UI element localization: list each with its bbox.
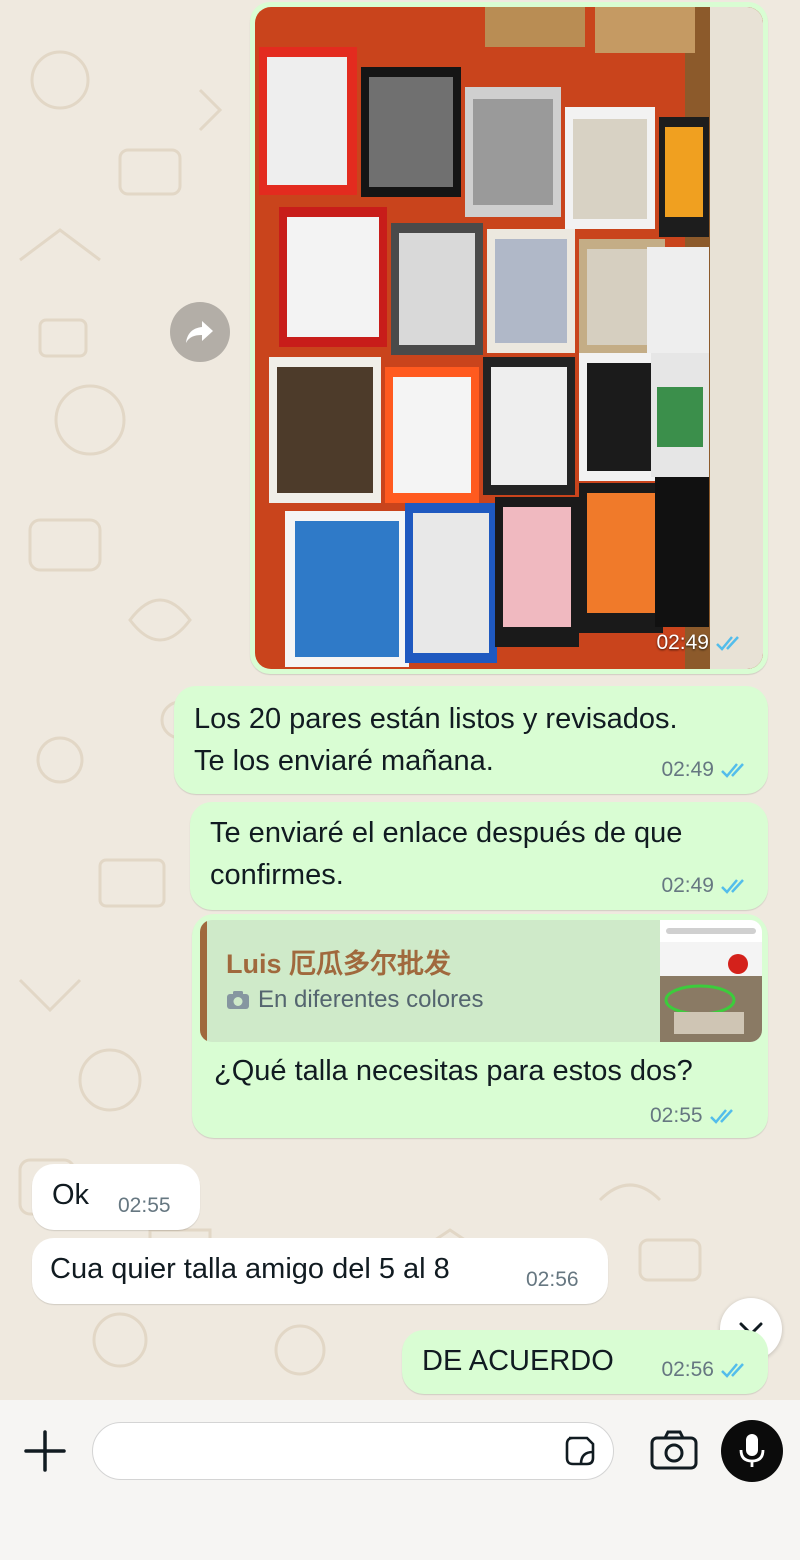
sticker-icon[interactable] bbox=[563, 1434, 597, 1468]
message-input[interactable] bbox=[111, 1433, 555, 1471]
quote-accent-bar bbox=[200, 920, 207, 1042]
message-time: 02:49 bbox=[661, 758, 714, 781]
shoes-photo[interactable]: 02:49 bbox=[255, 7, 763, 669]
incoming-message[interactable]: Ok 02:55 bbox=[32, 1164, 200, 1230]
message-text: ¿Qué talla necesitas para estos dos? bbox=[214, 1055, 693, 1087]
message-input-box[interactable] bbox=[92, 1422, 614, 1480]
microphone-icon bbox=[739, 1434, 765, 1467]
quote-text: En diferentes colores bbox=[258, 986, 484, 1013]
message-image-bubble[interactable]: 02:49 bbox=[250, 2, 768, 674]
message-text: Cua quier talla amigo del 5 al 8 bbox=[50, 1253, 450, 1285]
quote-thumbnail bbox=[660, 920, 762, 1042]
read-ticks-icon bbox=[709, 1109, 733, 1124]
message-meta: 02:49 bbox=[661, 758, 750, 782]
message-time: 02:55 bbox=[650, 1104, 703, 1127]
quoted-message[interactable]: Luis 厄瓜多尔批发 En diferentes colores bbox=[200, 920, 762, 1042]
outgoing-message[interactable]: Te enviaré el enlace después de que conf… bbox=[190, 802, 768, 910]
message-time: 02:55 bbox=[118, 1194, 171, 1217]
read-ticks-icon bbox=[716, 636, 739, 651]
camera-icon[interactable] bbox=[650, 1430, 698, 1470]
quote-author: Luis 厄瓜多尔批发 bbox=[226, 949, 452, 979]
read-ticks-icon bbox=[721, 763, 744, 778]
message-text: DE ACUERDO bbox=[422, 1345, 614, 1377]
message-meta: 02:55 bbox=[118, 1194, 171, 1218]
message-time: 02:56 bbox=[526, 1268, 579, 1291]
read-ticks-icon bbox=[721, 879, 744, 894]
message-text: Ok bbox=[52, 1179, 90, 1211]
incoming-message[interactable]: Cua quier talla amigo del 5 al 8 02:56 bbox=[32, 1238, 608, 1304]
message-text: Te enviaré el enlace después de que conf… bbox=[210, 817, 683, 891]
message-meta: 02:56 bbox=[661, 1358, 750, 1382]
plus-icon[interactable] bbox=[22, 1428, 68, 1474]
read-ticks-icon bbox=[721, 1363, 744, 1378]
forward-button[interactable] bbox=[170, 302, 230, 362]
message-text: Los 20 pares están listos y revisados. T… bbox=[194, 703, 678, 777]
message-meta: 02:55 bbox=[650, 1104, 739, 1128]
camera-icon bbox=[227, 991, 249, 1009]
message-composer bbox=[0, 1400, 800, 1560]
forward-icon bbox=[186, 321, 213, 343]
message-meta: 02:49 bbox=[661, 874, 750, 898]
message-time: 02:49 bbox=[661, 874, 714, 897]
outgoing-message[interactable]: DE ACUERDO 02:56 bbox=[402, 1330, 768, 1394]
message-time: 02:56 bbox=[661, 1358, 714, 1381]
message-meta: 02:49 bbox=[656, 631, 745, 655]
microphone-button[interactable] bbox=[721, 1420, 783, 1482]
message-meta: 02:56 bbox=[526, 1268, 579, 1292]
outgoing-message[interactable]: Los 20 pares están listos y revisados. T… bbox=[174, 686, 768, 794]
message-time: 02:49 bbox=[656, 631, 709, 654]
